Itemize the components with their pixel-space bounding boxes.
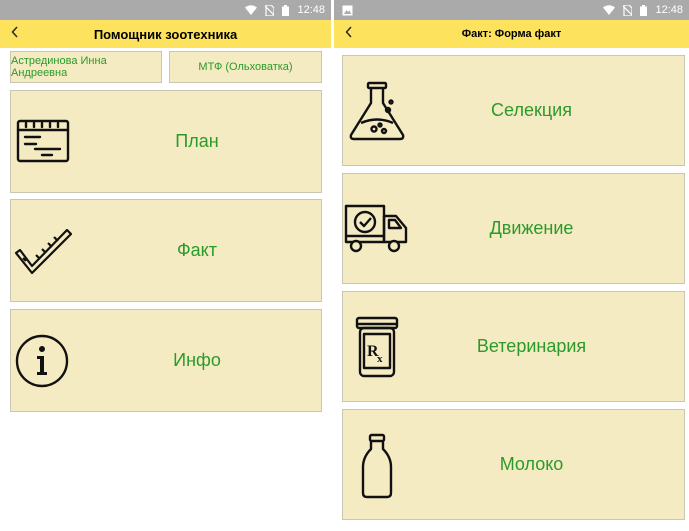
- wifi-icon: [603, 5, 616, 15]
- menu-plan-button[interactable]: План: [10, 90, 322, 193]
- wifi-icon: [245, 5, 258, 15]
- menu-veterinary-label: Ветеринария: [476, 336, 587, 356]
- app-bar: Факт: Форма факт: [334, 20, 689, 48]
- farm-field[interactable]: МТФ (Ольховатка): [169, 51, 322, 83]
- battery-icon: [282, 4, 290, 16]
- page-title: Помощник зоотехника: [93, 26, 238, 42]
- status-bar: 12:48: [0, 0, 331, 20]
- menu-plan-label: План: [175, 131, 219, 151]
- app-bar: Помощник зоотехника: [0, 20, 331, 48]
- user-name-field[interactable]: Астрединова Инна Андреевна: [10, 51, 162, 83]
- back-button[interactable]: [334, 20, 364, 48]
- menu-milk-label: Молоко: [499, 454, 564, 474]
- menu-movement-label: Движение: [489, 218, 574, 238]
- menu-fact-button[interactable]: Факт: [10, 199, 322, 302]
- screen-assistant-home: 12:48 Помощник зоотехника Астрединова Ин…: [0, 0, 331, 416]
- menu-selection-label: Селекция: [491, 100, 572, 120]
- back-button[interactable]: [0, 20, 30, 48]
- menu-info-button[interactable]: Инфо: [10, 309, 322, 412]
- status-time: 12:48: [297, 4, 325, 16]
- menu-fact-label: Факт: [176, 240, 218, 260]
- battery-icon: [640, 4, 648, 16]
- menu-selection-button[interactable]: Селекция: [342, 55, 685, 166]
- no-sim-icon: [623, 4, 633, 16]
- no-sim-icon: [265, 4, 275, 16]
- image-notification-icon: [334, 5, 353, 16]
- page-title: Факт: Форма факт: [461, 28, 562, 40]
- menu-info-label: Инфо: [173, 350, 221, 370]
- chevron-left-icon: [345, 25, 353, 43]
- screen-fact-form: 12:48 Факт: Форма факт Селекция Движение…: [334, 0, 689, 531]
- menu-milk-button[interactable]: Молоко: [342, 409, 685, 520]
- chevron-left-icon: [11, 25, 19, 43]
- menu-movement-button[interactable]: Движение: [342, 173, 685, 284]
- status-time: 12:48: [655, 4, 683, 16]
- status-bar: 12:48: [334, 0, 689, 20]
- menu-veterinary-button[interactable]: R x Ветеринария: [342, 291, 685, 402]
